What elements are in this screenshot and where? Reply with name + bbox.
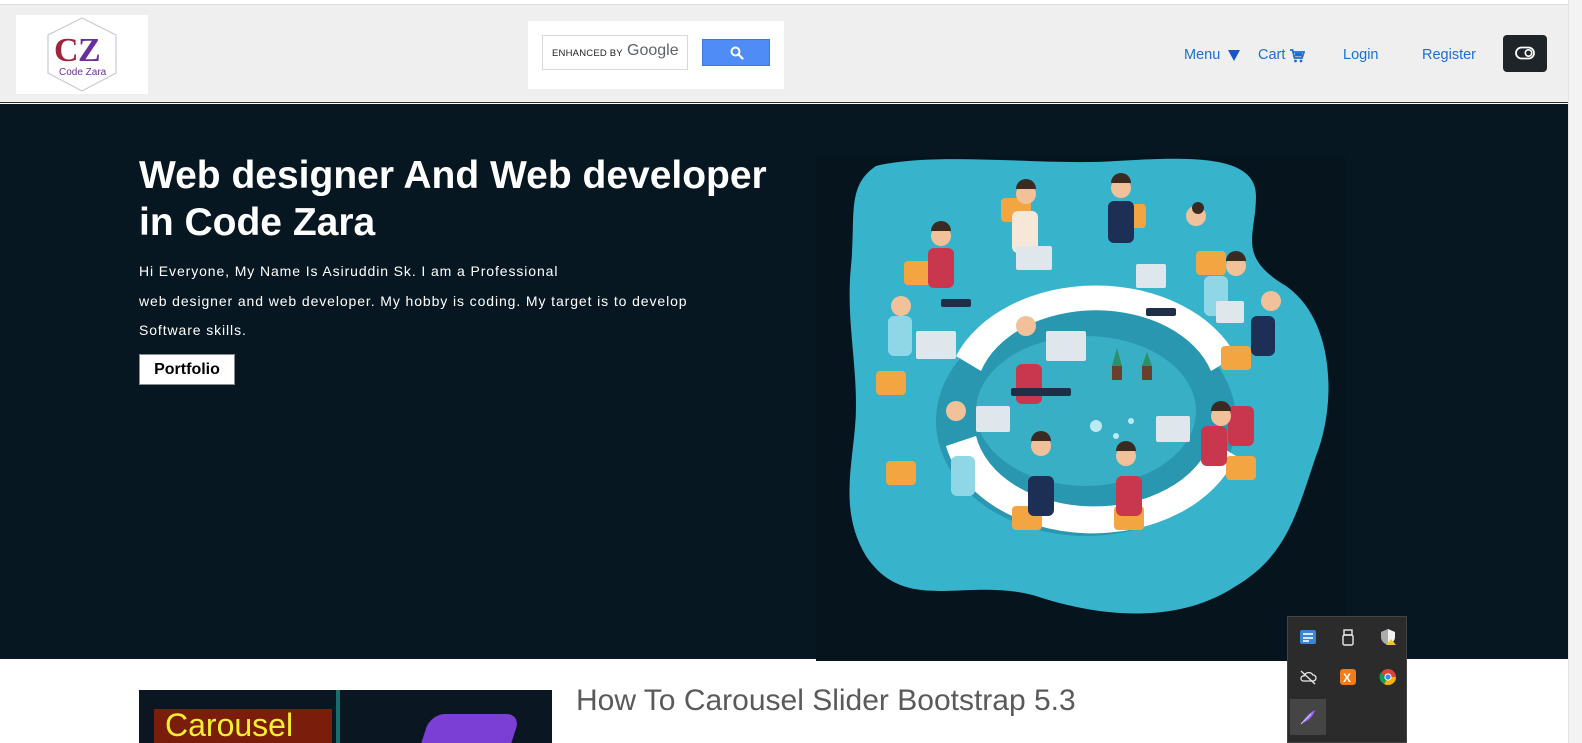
chrome-icon[interactable] [1370,659,1406,695]
triangle-down-icon [1228,50,1241,62]
google-wordmark: Google [627,42,679,59]
hero-intro-line-2: web designer and web developer. My hobby… [139,292,688,309]
security-shield-icon[interactable] [1370,619,1406,655]
search-icon [730,46,744,60]
nav-cart-label: Cart [1258,47,1286,63]
network-app-icon[interactable] [1290,619,1326,655]
enhanced-by-label: ENHANCED BY [552,48,623,59]
post-thumbnail[interactable]: Carousel [139,690,552,743]
portfolio-button[interactable]: Portfolio [139,354,235,385]
search-button[interactable] [702,39,770,66]
code-zara-logo-icon: C Z [47,17,117,92]
cart-icon [1290,48,1306,63]
nav-register[interactable]: Register [1422,47,1476,63]
logo-name: Code Zara [59,67,107,78]
svg-text:C: C [54,32,79,69]
site-header: C Z CZ Code Zara ENHANCED BY Google Menu… [0,4,1568,103]
page-scrollbar[interactable] [1568,0,1582,743]
thumbnail-label: Carousel [165,707,294,743]
team-meeting-illustration-icon [849,158,1329,614]
usb-drive-icon[interactable] [1330,619,1366,655]
theme-toggle-button[interactable] [1503,35,1547,72]
hero-intro-line-1: Hi Everyone, My Name Is Asiruddin Sk. I … [139,263,559,279]
google-search: ENHANCED BY Google [528,21,784,89]
hero-title: Web designer And Web developer in Code Z… [139,154,767,244]
cloud-offline-icon[interactable] [1290,659,1326,695]
system-tray-overflow: X [1287,616,1407,743]
nav-cart[interactable]: Cart [1258,47,1306,63]
team-meeting-illustration [816,156,1346,661]
svg-text:Z: Z [78,32,101,69]
feather-pen-icon[interactable] [1290,699,1326,735]
site-logo[interactable]: C Z CZ Code Zara [16,15,148,94]
hero-section: Web designer And Web developer in Code Z… [0,104,1568,661]
nav-login[interactable]: Login [1343,47,1378,63]
xampp-icon[interactable]: X [1330,659,1366,695]
svg-text:X: X [1343,671,1351,685]
thumbnail-divider [336,690,340,743]
hero-intro-line-3: Software skills. [139,322,247,338]
nav-menu-label: Menu [1184,47,1221,63]
post-title[interactable]: How To Carousel Slider Bootstrap 5.3 [576,684,1076,718]
search-input[interactable]: ENHANCED BY Google [542,35,688,70]
hero-intro: Hi Everyone, My Name Is Asiruddin Sk. I … [139,257,759,346]
theme-toggle-icon [1515,46,1535,60]
bootstrap-logo-shape [411,714,521,743]
nav-menu[interactable]: Menu [1184,47,1241,63]
